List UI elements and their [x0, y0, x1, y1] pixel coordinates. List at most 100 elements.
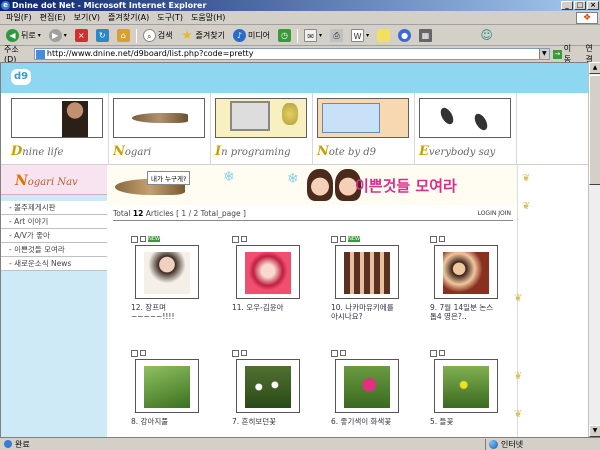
sidebar-item-av[interactable]: - A/V가 좋아	[1, 229, 107, 243]
nav-programing[interactable]: In programing	[215, 98, 307, 160]
small-checkbox[interactable]	[340, 236, 346, 242]
small-checkbox[interactable]	[140, 350, 146, 356]
post-caption[interactable]: 12. 장프며 ~~~~~!!!!	[131, 303, 201, 321]
list-item[interactable]: 9. 7월 14일분 논스톱4 영은?..	[430, 235, 520, 321]
print-button[interactable]: ⎙	[328, 27, 345, 45]
small-checkbox[interactable]	[439, 350, 445, 356]
thumbnail[interactable]	[434, 245, 498, 299]
post-caption[interactable]: 11. 오우-김윤아	[232, 303, 302, 312]
site-logo[interactable]: d9	[11, 69, 31, 85]
minimize-button[interactable]: _	[561, 1, 573, 10]
select-checkbox[interactable]	[430, 235, 437, 243]
select-checkbox[interactable]	[131, 235, 138, 243]
photo	[344, 252, 390, 294]
sidebar-item-news[interactable]: - 새로운소식 News	[1, 257, 107, 271]
thumbnail[interactable]	[135, 359, 199, 413]
board-banner: 내가 누구게? ❄ ❄ 이쁜것들 모여라	[107, 165, 517, 205]
maximize-button[interactable]: □	[574, 1, 586, 10]
user-button[interactable]: ☺	[478, 27, 495, 45]
select-checkbox[interactable]	[331, 235, 338, 243]
back-button[interactable]: ◀ 뒤로 ▾	[4, 27, 43, 45]
right-decoration: ❦ ❦ ❦ ❦ ❦	[514, 165, 588, 437]
scroll-thumb[interactable]	[589, 75, 600, 185]
list-item[interactable]: 6. 좋기색이 화색꽃	[331, 349, 421, 429]
menu-edit[interactable]: 편집(E)	[40, 12, 66, 23]
thumbnail[interactable]	[135, 245, 199, 299]
stats-total: 12	[132, 209, 144, 218]
media-button[interactable]: ♪ 미디어	[231, 27, 272, 45]
list-item[interactable]: 11. 오우-김윤아	[232, 235, 322, 315]
nav-divider	[312, 93, 313, 165]
thumbnail[interactable]	[434, 359, 498, 413]
sidebar-item-pretty[interactable]: - 이쁜것들 모여라	[1, 243, 107, 257]
nav-label-dnine: Dnine life	[11, 144, 103, 159]
post-caption[interactable]: 5. 들꽃	[430, 417, 500, 426]
edit-dropdown-icon[interactable]: ▾	[366, 32, 369, 39]
post-caption[interactable]: 8. 강아지풀	[131, 417, 201, 426]
list-item[interactable]: NEW 12. 장프며 ~~~~~!!!!	[131, 235, 221, 321]
select-checkbox[interactable]	[131, 349, 138, 357]
address-dropdown-icon[interactable]: ▼	[538, 49, 549, 59]
small-checkbox[interactable]	[241, 236, 247, 242]
mail-dropdown-icon[interactable]: ▾	[319, 32, 322, 39]
select-checkbox[interactable]	[331, 349, 338, 357]
nav-everybody[interactable]: Everybody say	[419, 98, 511, 160]
close-button[interactable]: ×	[587, 1, 599, 10]
search-button[interactable]: ⌕ 검색	[141, 27, 175, 45]
thumbnail[interactable]	[236, 245, 300, 299]
select-checkbox[interactable]	[232, 349, 239, 357]
list-item[interactable]: 5. 들꽃	[430, 349, 520, 429]
nav-rest: nine life	[22, 147, 64, 158]
stop-button[interactable]: ×	[73, 27, 90, 45]
menu-favorites[interactable]: 즐겨찾기(A)	[108, 12, 149, 23]
select-checkbox[interactable]	[430, 349, 437, 357]
toolbar: ◀ 뒤로 ▾ ▶ ▾ × ↻ ⌂ ⌕ 검색 ★ 즐겨찾기 ♪ 미디어 ◷ ✉ ▾…	[0, 26, 600, 46]
menu-tools[interactable]: 도구(T)	[157, 12, 183, 23]
thumbnail[interactable]	[335, 245, 399, 299]
menu-file[interactable]: 파일(F)	[6, 12, 32, 23]
nav-divider	[414, 93, 415, 165]
nav-image-screen	[317, 98, 409, 138]
home-button[interactable]: ⌂	[115, 27, 132, 45]
research-button[interactable]: ▦	[417, 27, 434, 45]
discuss-button[interactable]	[375, 27, 392, 45]
thumbnail[interactable]	[335, 359, 399, 413]
scroll-down-icon[interactable]: ▼	[589, 425, 600, 437]
list-item[interactable]: 8. 강아지풀	[131, 349, 221, 429]
nav-dnine-life[interactable]: Dnine life	[11, 98, 103, 160]
sidebar-item-board[interactable]: - 볼주제게시판	[1, 201, 107, 215]
post-caption[interactable]: 7. 흔히보던꽃	[232, 417, 302, 426]
list-item[interactable]: NEW 10. 나카마유키에를 아시나요?	[331, 235, 421, 321]
small-checkbox[interactable]	[140, 236, 146, 242]
nav-note[interactable]: Note by d9	[317, 98, 409, 160]
history-button[interactable]: ◷	[276, 27, 293, 45]
thumbnail[interactable]	[236, 359, 300, 413]
login-join-links[interactable]: LOGIN JOIN	[478, 210, 511, 217]
small-checkbox[interactable]	[439, 236, 445, 242]
forward-button[interactable]: ▶ ▾	[47, 27, 69, 45]
vertical-scrollbar[interactable]: ▲ ▼	[588, 62, 600, 437]
refresh-button[interactable]: ↻	[94, 27, 111, 45]
post-caption[interactable]: 9. 7월 14일분 논스톱4 영은?..	[430, 303, 500, 321]
favorites-button[interactable]: ★ 즐겨찾기	[179, 27, 227, 45]
mail-button[interactable]: ✉ ▾	[302, 27, 324, 45]
address-input[interactable]: http://www.dnine.net/d9board/list.php?co…	[33, 48, 550, 60]
forward-dropdown-icon[interactable]: ▾	[64, 32, 67, 39]
small-checkbox[interactable]	[340, 350, 346, 356]
menu-view[interactable]: 보기(V)	[74, 12, 100, 23]
post-caption[interactable]: 10. 나카마유키에를 아시나요?	[331, 303, 401, 321]
scroll-up-icon[interactable]: ▲	[589, 62, 600, 74]
nav-nogari[interactable]: Nogari	[113, 98, 205, 160]
messenger-button[interactable]: ●	[396, 27, 413, 45]
photo	[443, 366, 489, 408]
small-checkbox[interactable]	[241, 350, 247, 356]
nav-label-programing: In programing	[215, 144, 307, 159]
post-caption[interactable]: 6. 좋기색이 화색꽃	[331, 417, 401, 426]
menu-help[interactable]: 도움말(H)	[191, 12, 225, 23]
back-dropdown-icon[interactable]: ▾	[38, 32, 41, 39]
sidebar-item-art[interactable]: - Art 이야기	[1, 215, 107, 229]
edit-button[interactable]: W ▾	[349, 27, 371, 45]
select-checkbox[interactable]	[232, 235, 239, 243]
list-item[interactable]: 7. 흔히보던꽃	[232, 349, 322, 429]
nav-image-footprints	[419, 98, 511, 138]
